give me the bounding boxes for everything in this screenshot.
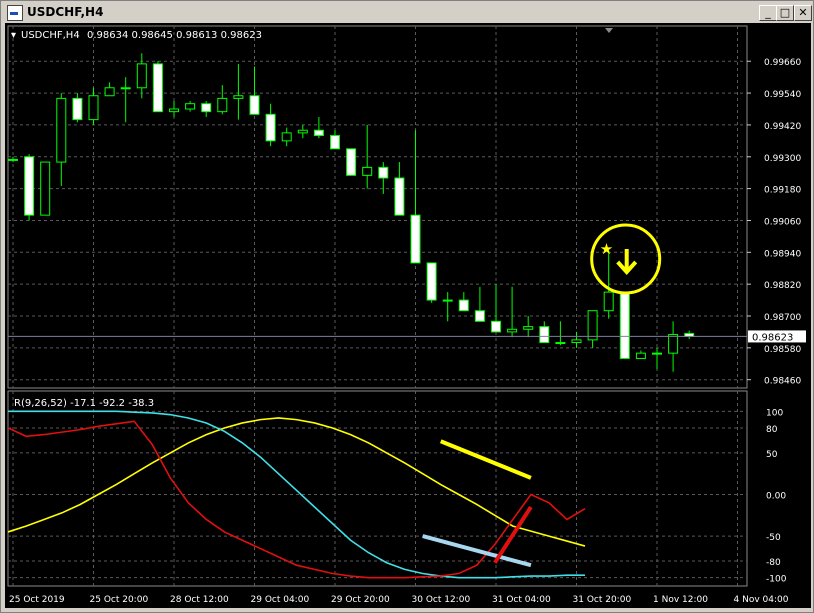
- candle-body: [635, 352, 646, 359]
- time-tick-label: 28 Oct 12:00: [170, 595, 229, 605]
- candle-body: [297, 129, 308, 134]
- candle-body: [8, 158, 18, 161]
- time-tick-label: 29 Oct 20:00: [331, 595, 390, 605]
- chart-window: USDCHF,H4 _ □ ✕ 0.99660 0.99540 0.99420 0.9…: [0, 0, 814, 613]
- chart-window-icon: [7, 5, 23, 21]
- candle-body: [619, 291, 630, 359]
- indicator-label: R(9,26,52) -17.1 -92.2 -38.3: [14, 398, 154, 409]
- time-tick-label: 31 Oct 20:00: [573, 595, 632, 605]
- title-bar[interactable]: USDCHF,H4 _ □ ✕: [2, 2, 812, 22]
- candles: [8, 53, 695, 372]
- time-axis: 25 Oct 2019 25 Oct 20:00 28 Oct 12:00 29 Oc…: [9, 595, 789, 605]
- price-tick-label: 0.99060: [764, 217, 801, 227]
- time-tick-label: 29 Oct 04:00: [251, 595, 310, 605]
- candle-body: [458, 299, 469, 312]
- candle-body: [539, 326, 550, 344]
- price-tick-label: 0.98460: [764, 377, 801, 387]
- time-tick-label: 4 Nov 04:00: [734, 595, 789, 605]
- price-tick-label: 0.98940: [764, 249, 801, 259]
- candle-body: [152, 63, 163, 113]
- candle-body: [88, 95, 99, 121]
- indicator-axis: 100 80 50 0.00 -50 -80 -100: [766, 408, 787, 584]
- close-icon: ✕: [798, 6, 808, 19]
- candle-body: [426, 262, 437, 301]
- price-panel-frame: [7, 25, 748, 389]
- maximize-icon: □: [779, 6, 791, 19]
- price-tick-label: 0.98580: [764, 345, 801, 355]
- price-tick-label: 0.99300: [764, 154, 801, 164]
- candle-body: [571, 339, 582, 344]
- candle-body: [217, 97, 228, 113]
- indicator-tick-label: -80: [766, 558, 781, 568]
- price-tick-label: 0.99180: [764, 186, 801, 196]
- price-tick-label: 0.98820: [764, 281, 801, 291]
- candle-body: [249, 95, 260, 115]
- indicator-tick-label: -100: [766, 575, 787, 585]
- candle-body: [603, 291, 614, 312]
- current-price-value: 0.98623: [752, 332, 793, 343]
- chart-area[interactable]: 0.99660 0.99540 0.99420 0.99300 0.99180 0.990…: [5, 23, 811, 608]
- time-tick-label: 1 Nov 12:00: [653, 595, 708, 605]
- time-tick-label: 25 Oct 20:00: [90, 595, 149, 605]
- one-click-trading-icon[interactable]: [605, 28, 613, 33]
- candle-body: [410, 214, 421, 264]
- candle-body: [201, 103, 212, 113]
- candle-body: [394, 177, 405, 216]
- candle-body: [555, 342, 566, 345]
- time-tick-label: 25 Oct 2019: [9, 595, 65, 605]
- trendlines[interactable]: [422, 439, 533, 568]
- candle-body: [491, 320, 501, 333]
- candle-body: [362, 166, 373, 176]
- candle-body: [56, 97, 67, 163]
- candle-body: [281, 132, 292, 142]
- indicator-tick-label: 80: [766, 425, 778, 435]
- candle-body: [507, 328, 518, 333]
- candle-body: [346, 148, 357, 176]
- time-tick-label: 31 Oct 04:00: [492, 595, 551, 605]
- annotation[interactable]: ★: [590, 223, 662, 295]
- trendline: [493, 505, 533, 564]
- candle-body: [668, 334, 679, 354]
- candle-body: [120, 87, 131, 90]
- candle-body: [233, 95, 244, 99]
- price-chart-svg[interactable]: 0.99660 0.99540 0.99420 0.99300 0.99180 0.990…: [5, 23, 811, 608]
- candle-body: [313, 129, 324, 137]
- candle-body: [442, 299, 453, 302]
- candle-body: [265, 113, 276, 142]
- price-tick-label: 0.99660: [764, 58, 801, 68]
- candle-body: [523, 326, 534, 330]
- ohlc-values: 0.98634 0.98645 0.98613 0.98623: [87, 30, 262, 41]
- candle-body: [136, 63, 147, 89]
- chart-symbol-label: USDCHF,H4: [21, 30, 80, 41]
- maximize-button[interactable]: □: [776, 5, 794, 21]
- minimize-button[interactable]: _: [759, 5, 777, 21]
- candle-body: [104, 87, 115, 97]
- trendline: [439, 439, 532, 480]
- candle-body: [330, 135, 340, 150]
- candle-body: [72, 97, 83, 121]
- candle-body: [652, 352, 662, 355]
- indicator-tick-label: 100: [766, 408, 783, 418]
- candle-body: [169, 108, 179, 113]
- price-tick-label: 0.99420: [764, 122, 801, 132]
- candle-body: [40, 161, 51, 216]
- indicator-tick-label: 50: [766, 450, 778, 460]
- close-button[interactable]: ✕: [794, 5, 812, 21]
- minimize-icon: _: [765, 6, 771, 19]
- collapse-arrow-icon[interactable]: ▾: [11, 30, 16, 41]
- indicator-tick-label: -50: [766, 533, 781, 543]
- candle-body: [185, 103, 196, 110]
- star-icon: ★: [600, 240, 613, 258]
- grid: [8, 26, 747, 586]
- price-tick-label: 0.99540: [764, 90, 801, 100]
- time-tick-label: 30 Oct 12:00: [412, 595, 471, 605]
- price-tick-label: 0.98700: [764, 313, 801, 323]
- indicator-line: [7, 417, 586, 547]
- window-title: USDCHF,H4: [27, 5, 104, 19]
- indicator-tick-label: 0.00: [766, 492, 786, 502]
- candle-body: [587, 310, 598, 341]
- candle-body: [474, 310, 485, 322]
- candle-body: [24, 156, 35, 216]
- candle-body: [378, 166, 389, 179]
